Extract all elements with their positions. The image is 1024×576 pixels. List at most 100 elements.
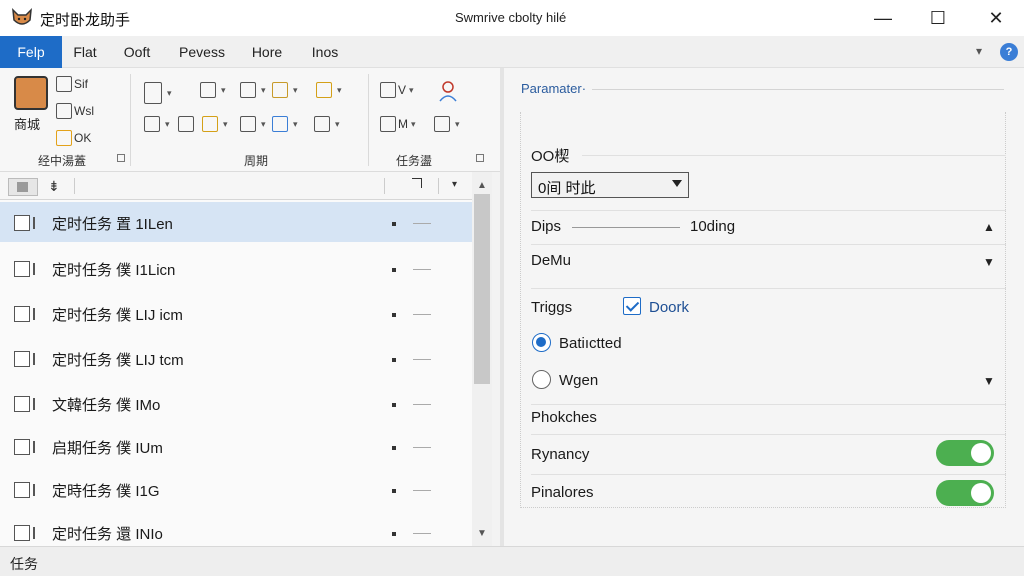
align-icon (314, 116, 330, 132)
minimize-button[interactable]: — (860, 0, 906, 36)
group-launcher-icon[interactable] (476, 154, 484, 162)
ribbon-sparkle-button[interactable]: ▾ (202, 116, 228, 132)
ribbon-collapse-icon[interactable]: ▾ (976, 44, 982, 58)
status-text: 任务 (10, 556, 38, 572)
maximize-button[interactable]: ☐ (915, 0, 961, 36)
collapse-up-icon[interactable]: ▲ (983, 220, 995, 234)
row-checkbox[interactable] (14, 396, 30, 412)
table-icon (240, 82, 256, 98)
row-checkbox[interactable] (14, 439, 30, 455)
row-checkbox[interactable] (14, 525, 30, 541)
list-header: ⇟ ▾ (0, 172, 492, 200)
chevron-down-icon[interactable]: ▼ (983, 374, 995, 388)
ribbon-item-sif[interactable]: Sif (56, 76, 88, 92)
rynancy-toggle[interactable] (936, 440, 994, 466)
field1-select-value: 0间 时此 (538, 180, 596, 197)
dropdown-arrow-icon (672, 180, 682, 187)
scroll-thumb[interactable] (474, 194, 490, 384)
ribbon-clipboard-button[interactable]: ▾ (316, 82, 342, 98)
pinalores-label: Pinalores (531, 484, 594, 501)
tab-felp[interactable]: Felp (0, 36, 62, 68)
task-label: 文韓任务 僕 IMo (52, 397, 161, 414)
field1-select[interactable]: 0间 时此 (531, 172, 689, 198)
scroll-down-icon[interactable]: ▼ (472, 524, 492, 544)
tab-inos[interactable]: Inos (304, 36, 346, 68)
row-checkbox[interactable] (14, 482, 30, 498)
task-label: 定時任务 僕 I1G (52, 483, 160, 500)
ribbon-item-wsl[interactable]: Wsl (56, 103, 94, 119)
list-item[interactable]: 定时任务 僕 LIJ icm (0, 293, 472, 333)
column-divider (384, 178, 385, 194)
list-item[interactable]: 定时任务 置 1ILen (0, 202, 472, 242)
row-checkbox[interactable] (14, 261, 30, 277)
task-label: 定时任务 僕 I1Licn (52, 262, 176, 279)
user-icon (439, 81, 457, 102)
select-all-checkbox[interactable] (8, 178, 38, 196)
tab-ooft[interactable]: Ooft (112, 36, 162, 68)
layout-icon (144, 82, 162, 104)
wgen-radio[interactable] (532, 370, 551, 389)
list-item[interactable]: 定時任务 僕 I1G (0, 469, 472, 509)
task-list: ⇟ ▾ 定时任务 置 1ILen 定时任务 僕 I1Licn 定时任务 僕 LI… (0, 172, 492, 546)
list-item[interactable]: 启期任务 僕 IUm (0, 426, 472, 466)
help-icon[interactable]: ? (1000, 43, 1018, 61)
doork-label[interactable]: Doork (649, 299, 689, 316)
ribbon-item-ok[interactable]: OK (56, 130, 91, 146)
list-scrollbar[interactable]: ▲ ▼ (472, 172, 492, 546)
ribbon-chart-button[interactable]: ▾ (272, 116, 298, 132)
dips-slider[interactable] (572, 227, 680, 228)
ribbon-print-button[interactable]: ▾ (434, 116, 460, 132)
row-checkbox[interactable] (14, 351, 30, 367)
ribbon-user-button[interactable] (438, 80, 458, 102)
clipboard-icon (316, 82, 332, 98)
list-item[interactable]: 定时任务 僕 LIJ tcm (0, 338, 472, 378)
print-icon (434, 116, 450, 132)
pinalores-toggle[interactable] (936, 480, 994, 506)
batiicted-radio[interactable] (532, 333, 551, 352)
page-icon (56, 103, 72, 119)
shop-icon[interactable] (14, 76, 48, 110)
doork-checkbox[interactable] (623, 297, 641, 315)
ribbon-brush-button[interactable]: ▾ (272, 82, 298, 98)
phokches-label: Phokches (531, 409, 597, 426)
ribbon-table-button[interactable]: ▾ (240, 82, 266, 98)
ribbon-view-button[interactable]: V ▾ (380, 82, 414, 98)
ribbon-group-label-2: 周期 (244, 154, 269, 168)
ribbon-move-button[interactable]: M ▾ (380, 116, 416, 132)
ribbon-align-button[interactable]: ▾ (314, 116, 340, 132)
parameter-legend: Paramater· (521, 81, 587, 96)
row-checkbox[interactable] (14, 215, 30, 231)
column-corner-icon[interactable] (412, 178, 422, 188)
group-launcher-icon[interactable] (117, 154, 125, 162)
app-name: 定时卧龙助手 (40, 12, 131, 29)
task-label: 定时任务 僕 LIJ tcm (52, 352, 184, 369)
table-view-icon (380, 82, 396, 98)
task-label: 定时任务 僕 LIJ icm (52, 307, 183, 324)
scroll-up-icon[interactable]: ▲ (472, 176, 492, 196)
maximize-icon: ☐ (929, 7, 947, 28)
ribbon-list-button[interactable]: ▾ (240, 116, 266, 132)
tab-hore[interactable]: Hore (244, 36, 290, 68)
shop-button-label[interactable]: 商城 (14, 114, 40, 133)
row-checkbox[interactable] (14, 306, 30, 322)
tab-flat[interactable]: Flat (62, 36, 108, 68)
ribbon-group-label-3: 任务盪 (396, 154, 433, 168)
sort-icon[interactable]: ⇟ (48, 178, 60, 195)
ribbon-sort-button[interactable]: ▾ (144, 116, 170, 132)
brush-icon (272, 82, 288, 98)
ribbon-filter-button[interactable] (178, 116, 196, 132)
ribbon-layout-button[interactable]: ▾ (144, 82, 172, 104)
chevron-down-icon[interactable]: ▼ (983, 255, 995, 269)
wgen-label[interactable]: Wgen (559, 372, 598, 389)
list-item[interactable]: 定时任务 僕 I1Licn (0, 248, 472, 288)
column-dropdown-icon[interactable]: ▾ (452, 179, 457, 190)
tab-pevess[interactable]: Pevess (172, 36, 232, 68)
list-item[interactable]: 文韓任务 僕 IMo (0, 383, 472, 423)
sparkle-icon (202, 116, 218, 132)
app-fox-icon (12, 7, 32, 25)
close-button[interactable]: ✕ (973, 0, 1019, 36)
batiicted-label[interactable]: Batiıctted (559, 335, 622, 352)
ribbon-divider (130, 74, 131, 166)
ribbon-grid-button[interactable]: ▾ (200, 82, 226, 98)
sort-icon (144, 116, 160, 132)
